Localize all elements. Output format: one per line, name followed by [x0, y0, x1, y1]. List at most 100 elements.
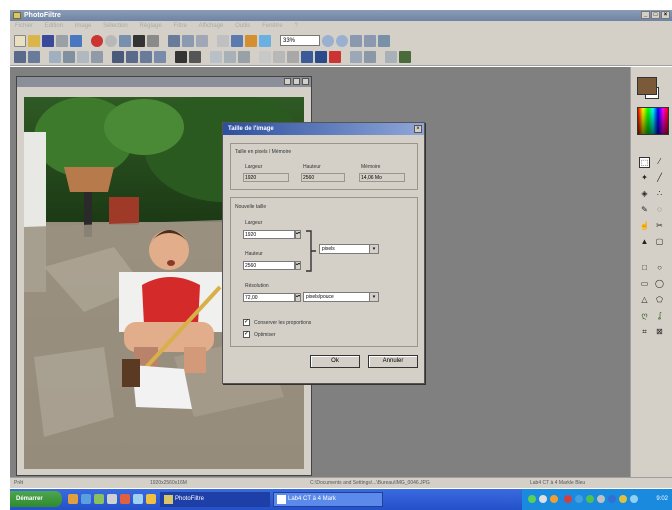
fill-tool-icon[interactable]: ◈ — [639, 189, 650, 200]
freeform-shape-icon[interactable]: ʆ — [654, 311, 665, 322]
window-titlebar[interactable]: PhotoFiltre _ □ × — [10, 10, 672, 21]
grayscale-icon[interactable] — [175, 51, 187, 63]
maximize-icon[interactable]: □ — [651, 11, 660, 19]
brush-tool-icon[interactable]: ✎ — [639, 205, 650, 216]
quicklaunch-browser-icon[interactable] — [81, 494, 91, 504]
zoom-out-icon[interactable] — [336, 34, 348, 47]
flip-v-icon[interactable] — [273, 51, 285, 63]
rectangle-shape-icon[interactable]: □ — [639, 263, 650, 274]
menu-item-fichier[interactable]: Fichier — [10, 21, 38, 32]
resolution-input[interactable]: 72,00 — [243, 293, 295, 302]
ellipse-shape-icon[interactable]: ○ — [654, 263, 665, 274]
line-tool-icon[interactable]: ╱ — [654, 173, 665, 184]
preview-icon[interactable] — [259, 34, 271, 47]
menu-item-help[interactable]: ? — [289, 21, 302, 32]
lasso-shape-icon[interactable]: ღ — [639, 311, 650, 322]
close-icon[interactable]: × — [661, 11, 670, 19]
image-close-icon[interactable] — [302, 78, 309, 85]
quicklaunch-media-icon[interactable] — [94, 494, 104, 504]
dialog-title[interactable]: Taille de l'image — [223, 123, 424, 135]
paste-icon[interactable] — [133, 34, 145, 47]
task-photofiltre[interactable]: PhotoFiltre — [160, 492, 270, 507]
circle-shape-icon[interactable]: ◯ — [654, 279, 665, 290]
height-input[interactable]: 2560 — [243, 261, 295, 270]
scan-icon[interactable] — [70, 34, 82, 47]
rotate-left-icon[interactable] — [287, 51, 299, 63]
menu-item-filtre[interactable]: Filtre — [168, 21, 191, 32]
quicklaunch-explorer-icon[interactable] — [68, 494, 78, 504]
width-spinner[interactable]: ▴▾ — [295, 230, 301, 239]
fullscreen-icon[interactable] — [378, 34, 390, 47]
frame-icon[interactable] — [196, 34, 208, 47]
gamma-down-icon[interactable] — [154, 51, 166, 63]
brightness-down-icon[interactable] — [63, 51, 75, 63]
image-window-titlebar[interactable] — [17, 77, 311, 87]
quicklaunch-desktop-icon[interactable] — [133, 494, 143, 504]
stamp-tool-icon[interactable]: ▲ — [639, 237, 650, 248]
copy-icon[interactable] — [119, 34, 131, 47]
hand-tool-icon[interactable]: ▢ — [654, 237, 665, 248]
tray-volume-icon[interactable] — [539, 495, 547, 503]
width-input[interactable]: 1920 — [243, 230, 295, 239]
eyedropper-tool-icon[interactable]: ⁄ — [654, 157, 665, 168]
color-adjust-icon[interactable] — [329, 51, 341, 63]
mask-icon[interactable] — [385, 51, 397, 63]
select-tool-icon[interactable]: ⬚ — [639, 157, 650, 168]
filter-icon[interactable] — [245, 34, 257, 47]
taskbar-clock[interactable]: 9:02 — [656, 489, 668, 510]
dialog-close-icon[interactable]: × — [414, 125, 422, 133]
smudge-tool-icon[interactable]: ☝ — [639, 221, 650, 232]
unit-select[interactable]: pixels ▾ — [319, 244, 379, 254]
save-icon[interactable] — [42, 34, 54, 47]
magic-wand-tool-icon[interactable]: ✦ — [639, 173, 650, 184]
triangle-shape-icon[interactable]: △ — [639, 295, 650, 306]
gradient-icon[interactable] — [350, 51, 362, 63]
menu-item-outils[interactable]: Outils — [230, 21, 255, 32]
start-button[interactable]: Démarrer — [10, 491, 62, 507]
rotate-icon[interactable] — [231, 34, 243, 47]
menu-item-edition[interactable]: Edition — [40, 21, 68, 32]
quicklaunch-folder-icon[interactable] — [146, 494, 156, 504]
emboss-icon[interactable] — [238, 51, 250, 63]
plugin-icon[interactable] — [399, 51, 411, 63]
tray-bluetooth-icon[interactable] — [608, 495, 616, 503]
image-minimize-icon[interactable] — [284, 78, 291, 85]
tray-security-icon[interactable] — [586, 495, 594, 503]
menu-item-reglage[interactable]: Réglage — [134, 21, 166, 32]
canvas-size-icon[interactable] — [182, 34, 194, 47]
menu-item-affichage[interactable]: Affichage — [193, 21, 228, 32]
actual-size-icon[interactable] — [364, 34, 376, 47]
fit-window-icon[interactable] — [350, 34, 362, 47]
quicklaunch-app-icon[interactable] — [120, 494, 130, 504]
zoom-select[interactable]: 33% — [280, 35, 320, 46]
rotate-right-icon[interactable] — [301, 51, 313, 63]
invert-selection-icon[interactable]: ⌗ — [639, 327, 650, 338]
foreground-color-swatch[interactable] — [637, 77, 657, 95]
zoom-in-icon[interactable] — [322, 34, 334, 47]
crop-selection-icon[interactable]: ⊠ — [654, 327, 665, 338]
quicklaunch-mail-icon[interactable] — [107, 494, 117, 504]
saturation-down-icon[interactable] — [126, 51, 138, 63]
text-icon[interactable] — [217, 34, 229, 47]
auto-level-icon[interactable] — [14, 51, 26, 63]
task-other-window[interactable]: Lab4 CT à 4 Mark — [273, 492, 383, 507]
tray-antivirus-icon[interactable] — [564, 495, 572, 503]
blur-tool-icon[interactable]: ◌ — [654, 205, 665, 216]
rounded-rect-shape-icon[interactable]: ▭ — [639, 279, 650, 290]
crop-icon[interactable] — [147, 34, 159, 47]
contrast-up-icon[interactable] — [77, 51, 89, 63]
menu-item-image[interactable]: Image — [70, 21, 97, 32]
proportions-checkbox[interactable]: ✓ — [243, 319, 250, 326]
undo-icon[interactable] — [91, 34, 103, 47]
resolution-spinner[interactable]: ▴▾ — [295, 293, 301, 302]
saturation-up-icon[interactable] — [112, 51, 124, 63]
spray-tool-icon[interactable]: ∴ — [654, 189, 665, 200]
cancel-button[interactable]: Annuler — [368, 355, 418, 368]
minimize-icon[interactable]: _ — [641, 11, 650, 19]
auto-contrast-icon[interactable] — [28, 51, 40, 63]
optimize-checkbox[interactable]: ✓ — [243, 331, 250, 338]
height-spinner[interactable]: ▴▾ — [295, 261, 301, 270]
resolution-unit-select[interactable]: pixels/pouce ▾ — [303, 292, 379, 302]
redo-icon[interactable] — [105, 34, 117, 47]
color-palette[interactable] — [637, 107, 669, 135]
